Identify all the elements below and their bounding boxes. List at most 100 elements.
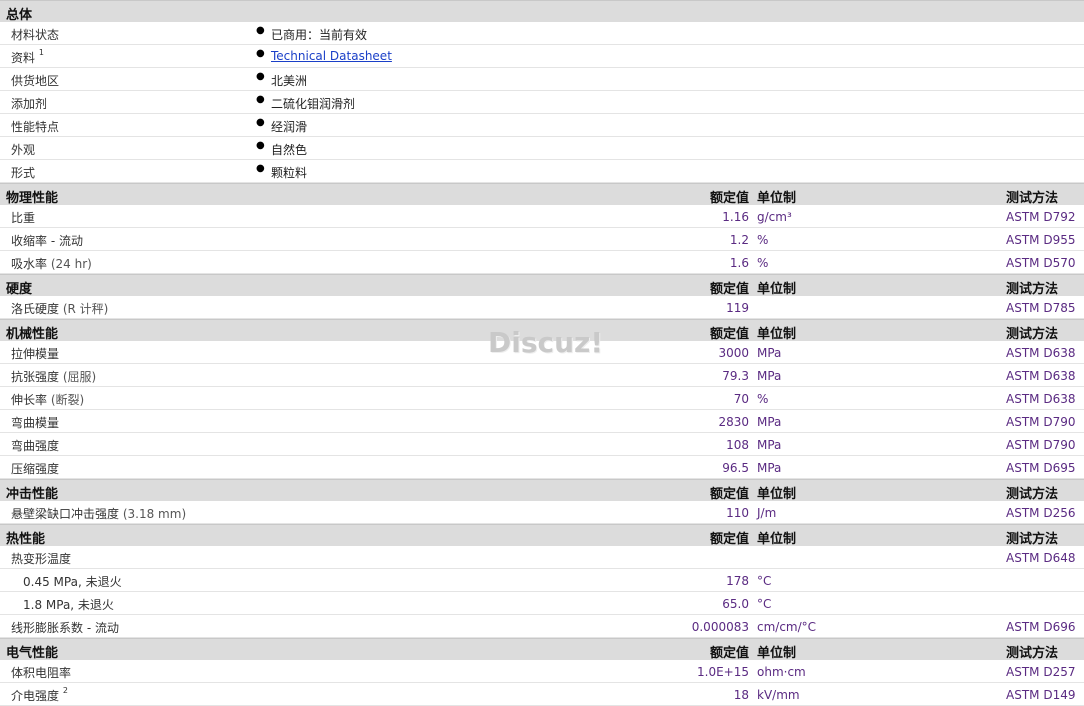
row-value: 65.0: [722, 597, 749, 611]
section-title: 物理性能: [6, 191, 59, 206]
row-label: 添加剂: [11, 97, 48, 111]
row-method: ASTM D570: [1006, 256, 1076, 270]
table-row: 形式 ● 颗粒料: [0, 160, 1084, 183]
row-label: 供货地区: [11, 74, 60, 88]
row-value: 二硫化钼润滑剂: [271, 97, 356, 111]
row-label-text: 抗张强度: [11, 370, 60, 384]
row-unit: %: [757, 233, 769, 247]
row-unit: %: [757, 392, 769, 406]
row-label-text: 洛氏硬度: [11, 302, 60, 316]
table-row: 悬壁梁缺口冲击强度 (3.18 mm) 110 J/m ASTM D256: [0, 501, 1084, 524]
row-value: 18: [733, 688, 749, 702]
column-header-method: 测试方法: [1006, 487, 1059, 502]
row-value: 已商用：当前有效: [271, 28, 368, 42]
row-value: 178: [726, 574, 749, 588]
table-row: 弯曲强度 108 MPa ASTM D790: [0, 433, 1084, 456]
table-row: 压缩强度 96.5 MPa ASTM D695: [0, 456, 1084, 479]
column-header-value: 额定值: [709, 282, 749, 297]
column-header-method: 测试方法: [1006, 532, 1059, 547]
bullet-icon: ●: [256, 94, 265, 105]
row-label-qualifier: (R 计秤): [62, 302, 109, 316]
column-header-unit: 单位制: [757, 282, 797, 297]
table-row: 外观 ● 自然色: [0, 137, 1084, 160]
table-row: 抗张强度 (屈服) 79.3 MPa ASTM D638: [0, 364, 1084, 387]
row-label-text: 吸水率: [11, 257, 48, 271]
row-label: 热变形温度: [11, 552, 72, 566]
column-header-method: 测试方法: [1006, 191, 1059, 206]
row-unit: MPa: [757, 461, 782, 475]
table-row: 添加剂 ● 二硫化钼润滑剂: [0, 91, 1084, 114]
table-row: 热变形温度 ASTM D648: [0, 546, 1084, 569]
row-label-text: 介电强度: [11, 689, 60, 703]
table-row: 体积电阻率 1.0E+15 ohm·cm ASTM D257: [0, 660, 1084, 683]
row-value: 1.16: [722, 210, 749, 224]
row-label: 资料 1: [11, 48, 44, 66]
row-value: 79.3: [722, 369, 749, 383]
row-method: ASTM D792: [1006, 210, 1076, 224]
row-value: 110: [726, 506, 749, 520]
row-label: 形式: [11, 166, 36, 180]
row-label: 线形膨胀系数 - 流动: [11, 621, 119, 635]
section-header-physical: 物理性能 额定值 单位制 测试方法: [0, 183, 1084, 206]
bullet-icon: ●: [256, 48, 265, 59]
row-method: ASTM D695: [1006, 461, 1076, 475]
section-header-thermal: 热性能 额定值 单位制 测试方法: [0, 524, 1084, 547]
row-label: 抗张强度 (屈服): [11, 368, 96, 385]
table-row: 介电强度 2 18 kV/mm ASTM D149: [0, 683, 1084, 706]
section-title: 电气性能: [6, 646, 59, 661]
row-value: 自然色: [271, 143, 308, 157]
row-value: 北美洲: [271, 74, 308, 88]
row-label-qualifier: (3.18 mm): [122, 507, 187, 521]
row-label: 收缩率 - 流动: [11, 234, 83, 248]
row-method: ASTM D149: [1006, 688, 1076, 702]
column-header-value: 额定值: [709, 532, 749, 547]
column-header-unit: 单位制: [757, 191, 797, 206]
row-label: 材料状态: [11, 28, 60, 42]
column-header-method: 测试方法: [1006, 282, 1059, 297]
row-label: 吸水率 (24 hr): [11, 255, 92, 272]
row-value: 1.2: [729, 233, 749, 247]
section-title: 总体: [6, 8, 33, 23]
row-value: 1.0E+15: [697, 665, 749, 679]
bullet-icon: ●: [256, 25, 265, 36]
row-unit: °C: [757, 597, 772, 611]
row-value: 96.5: [722, 461, 749, 475]
discuz-watermark: Discuz!: [488, 326, 604, 359]
row-value: 70: [733, 392, 749, 406]
row-method: ASTM D790: [1006, 415, 1076, 429]
table-row: 收缩率 - 流动 1.2 % ASTM D955: [0, 228, 1084, 251]
column-header-method: 测试方法: [1006, 646, 1059, 661]
row-unit: MPa: [757, 369, 782, 383]
row-unit: ohm·cm: [757, 665, 806, 679]
row-label: 体积电阻率: [11, 666, 72, 680]
row-method: ASTM D257: [1006, 665, 1076, 679]
table-row: 材料状态 ● 已商用：当前有效: [0, 22, 1084, 45]
row-value: 119: [726, 301, 749, 315]
row-value: 2830: [718, 415, 749, 429]
bullet-icon: ●: [256, 71, 265, 82]
row-label: 1.8 MPa, 未退火: [23, 598, 114, 612]
table-row: 1.8 MPa, 未退火 65.0 °C: [0, 592, 1084, 615]
technical-datasheet-link[interactable]: Technical Datasheet: [271, 49, 392, 63]
table-row: 供货地区 ● 北美洲: [0, 68, 1084, 91]
row-unit: cm/cm/°C: [757, 620, 817, 634]
section-title: 机械性能: [6, 327, 59, 342]
row-label: 洛氏硬度 (R 计秤): [11, 300, 108, 317]
row-unit: %: [757, 256, 769, 270]
table-row: 0.45 MPa, 未退火 178 °C: [0, 569, 1084, 592]
column-header-value: 额定值: [709, 327, 749, 342]
row-value: 0.000083: [691, 620, 749, 634]
row-label: 比重: [11, 211, 36, 225]
row-label: 压缩强度: [11, 462, 60, 476]
row-unit: MPa: [757, 438, 782, 452]
row-value: 108: [726, 438, 749, 452]
row-value: 颗粒料: [271, 166, 308, 180]
section-header-electrical: 电气性能 额定值 单位制 测试方法: [0, 638, 1084, 661]
row-unit: °C: [757, 574, 772, 588]
row-method: ASTM D638: [1006, 346, 1076, 360]
row-unit: kV/mm: [757, 688, 800, 702]
column-header-value: 额定值: [709, 191, 749, 206]
row-value: 1.6: [729, 256, 749, 270]
table-row: 吸水率 (24 hr) 1.6 % ASTM D570: [0, 251, 1084, 274]
column-header-unit: 单位制: [757, 487, 797, 502]
